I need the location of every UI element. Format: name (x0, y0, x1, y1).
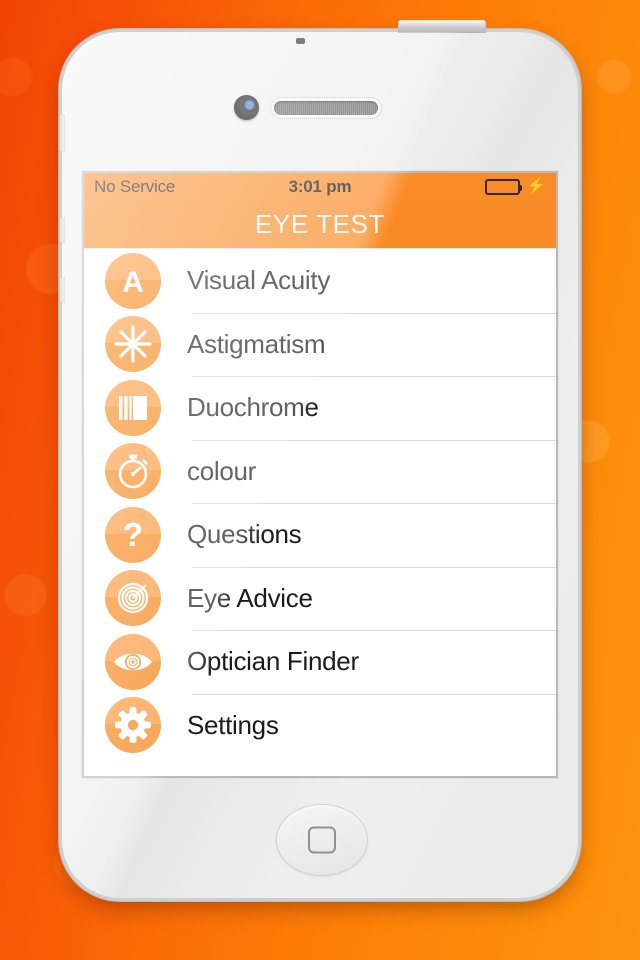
eye-icon (105, 633, 161, 690)
menu-item-colour[interactable]: colour (84, 439, 556, 504)
svg-text:?: ? (123, 516, 143, 553)
mute-switch-button[interactable] (58, 114, 65, 152)
menu-item-label: colour (187, 455, 257, 486)
menu-item-label: Astigmatism (187, 328, 326, 359)
menu-item-label: Optician Finder (187, 646, 359, 677)
menu-item-label: Eye Advice (187, 582, 313, 613)
menu-item-label: Settings (187, 709, 279, 740)
volume-up-button[interactable] (58, 217, 65, 243)
menu-item-optician-finder[interactable]: Optician Finder (84, 630, 556, 694)
status-bar-right-group: ⚡ (485, 179, 546, 195)
battery-cap (519, 185, 523, 191)
menu-item-label: Duochrome (187, 392, 319, 423)
menu-item-visual-acuity[interactable]: A Visual Acuity (84, 249, 556, 313)
power-button[interactable] (398, 20, 486, 33)
menu-item-label: Questions (187, 519, 302, 550)
main-menu-list: A Visual Acuity Astigmatism Duochrome co… (84, 249, 556, 776)
menu-item-astigmatism[interactable]: Astigmatism (84, 312, 556, 377)
gear-icon (105, 697, 161, 754)
menu-item-settings[interactable]: Settings (84, 693, 556, 758)
battery-icon (485, 179, 523, 195)
volume-down-button[interactable] (58, 277, 65, 303)
starburst-icon (105, 316, 161, 373)
home-button[interactable] (276, 804, 368, 876)
spiral-target-icon (105, 570, 161, 627)
proximity-sensor-icon (296, 38, 305, 44)
phone-device-frame: No Service 3:01 pm ⚡ EYE TEST A Visual A… (58, 20, 578, 898)
home-square-icon (308, 826, 336, 854)
stopwatch-icon (105, 443, 161, 500)
menu-item-duochrome[interactable]: Duochrome (84, 376, 556, 440)
menu-item-label: Visual Acuity (187, 265, 331, 296)
carrier-label: No Service (94, 177, 176, 196)
page-title: EYE TEST (254, 209, 386, 239)
phone-screen: No Service 3:01 pm ⚡ EYE TEST A Visual A… (84, 173, 556, 776)
earpiece-speaker-icon (274, 101, 378, 115)
menu-item-eye-advice[interactable]: Eye Advice (84, 566, 556, 631)
svg-text:A: A (122, 266, 144, 299)
letter-a-icon: A (105, 252, 161, 309)
status-bar: No Service 3:01 pm ⚡ (84, 173, 556, 201)
menu-item-questions[interactable]: ? Questions (84, 503, 556, 567)
front-camera-icon (234, 95, 259, 120)
app-title-bar: EYE TEST (84, 201, 556, 249)
color-bars-icon (105, 379, 161, 436)
question-mark-icon: ? (105, 506, 161, 563)
charging-bolt-icon: ⚡ (526, 178, 546, 195)
